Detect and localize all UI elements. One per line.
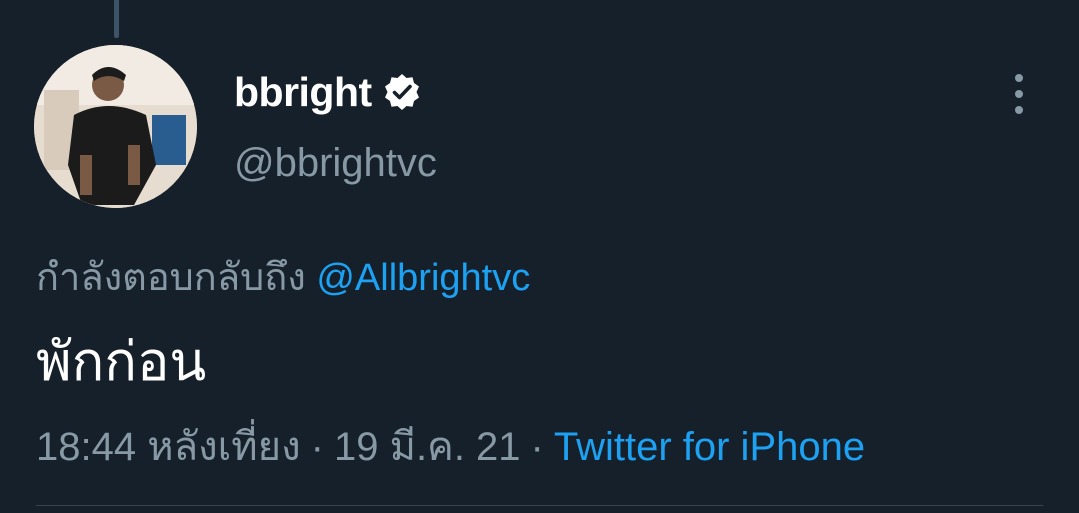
display-name-row[interactable]: bbright <box>234 64 422 120</box>
more-options-icon[interactable] <box>1000 68 1038 120</box>
display-name[interactable]: bbright <box>234 69 372 116</box>
divider <box>36 505 1043 506</box>
tweet-text: พักก่อน <box>36 332 207 392</box>
tweet-metadata: 18:44 หลังเที่ยง · 19 มี.ค. 21 · Twitter for… <box>36 414 865 478</box>
replying-to-link[interactable]: @Allbrightvc <box>316 257 530 299</box>
avatar[interactable] <box>34 45 197 208</box>
replying-to-label: กำลังตอบกลับถึง <box>36 257 306 299</box>
thread-connector-line <box>114 0 119 38</box>
tweet-date[interactable]: 19 มี.ค. 21 <box>334 425 521 469</box>
replying-to-row: กำลังตอบกลับถึง @Allbrightvc <box>36 246 530 307</box>
user-handle[interactable]: @bbrightvc <box>234 141 437 186</box>
avatar-image <box>34 45 197 208</box>
tweet-time[interactable]: 18:44 หลังเที่ยง <box>36 425 301 469</box>
meta-separator: · <box>530 425 544 469</box>
verified-badge-icon <box>382 72 422 112</box>
meta-separator: · <box>310 425 324 469</box>
tweet-source-link[interactable]: Twitter for iPhone <box>554 425 865 469</box>
